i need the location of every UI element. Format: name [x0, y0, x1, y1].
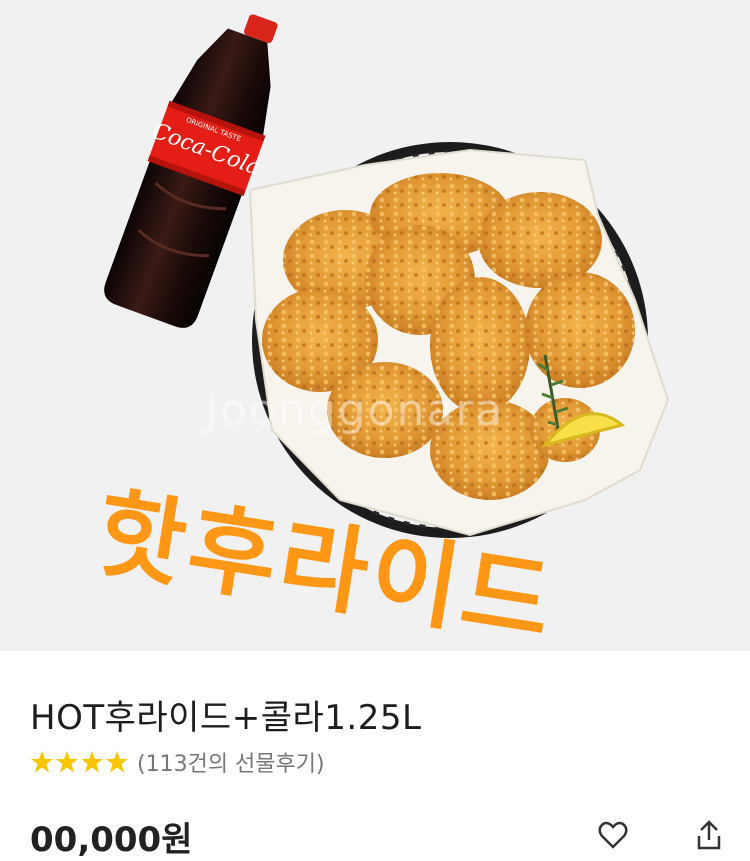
- share-icon[interactable]: [695, 820, 723, 850]
- star-rating: [30, 750, 129, 774]
- watermark: Joonggonara: [205, 385, 505, 436]
- review-count[interactable]: (113건의 선물후기): [137, 746, 325, 778]
- price-row: 00,000원: [30, 812, 730, 860]
- product-image[interactable]: ORIGINAL TASTE Coca-Cola Joonggonara 핫후라…: [0, 0, 750, 651]
- star-icon: [56, 751, 78, 773]
- rating-row[interactable]: (113건의 선물후기): [30, 746, 325, 778]
- price: 00,000원: [30, 820, 193, 860]
- heart-icon[interactable]: [598, 820, 628, 850]
- product-info: [0, 651, 750, 831]
- product-title: HOT후라이드+콜라1.25L: [30, 698, 422, 738]
- star-icon: [31, 751, 53, 773]
- star-icon: [81, 751, 103, 773]
- star-icon: [106, 751, 128, 773]
